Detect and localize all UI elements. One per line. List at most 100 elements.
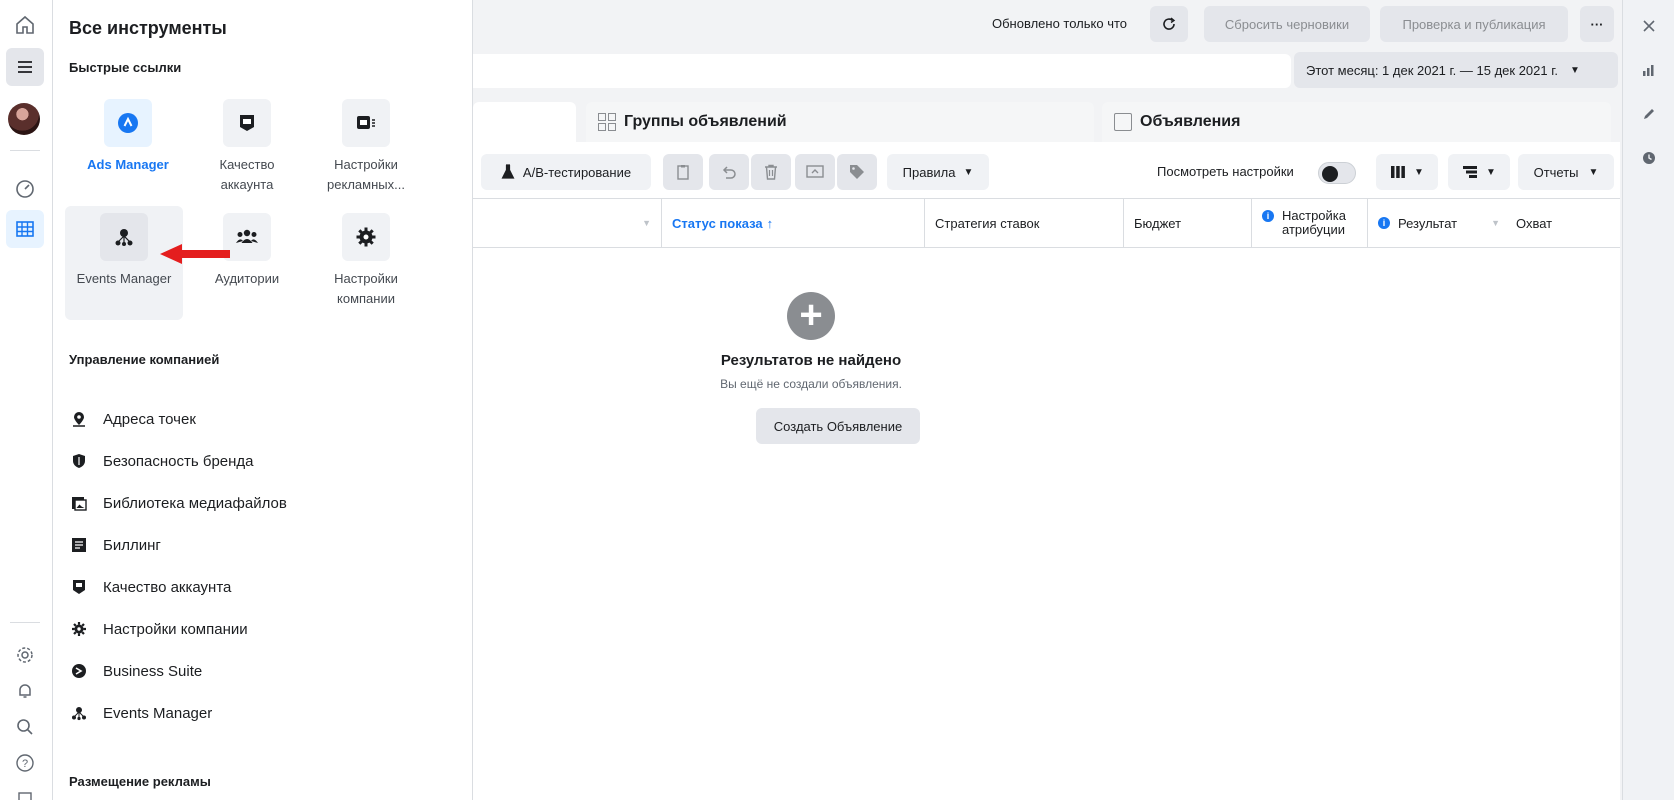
- sort-asc-icon: ↑: [766, 215, 774, 231]
- events-manager-icon: [100, 213, 148, 261]
- columns-icon: [1391, 166, 1405, 178]
- duplicate-button[interactable]: [663, 154, 703, 190]
- manage-item-account-quality[interactable]: Качество аккаунта: [69, 573, 231, 601]
- manage-item-company-settings[interactable]: Настройки компании: [69, 615, 248, 643]
- chevron-down-icon: ▼: [1588, 166, 1599, 178]
- left-nav-rail: ?: [0, 0, 53, 800]
- manage-item-business-suite[interactable]: Business Suite: [69, 657, 202, 685]
- quick-link-account-quality[interactable]: Качество аккаунта: [188, 92, 306, 206]
- reports-dropdown[interactable]: Отчеты ▼: [1518, 154, 1614, 190]
- reset-drafts-button[interactable]: Сбросить черновики: [1204, 6, 1370, 42]
- bell-icon[interactable]: [6, 672, 44, 710]
- more-options-button[interactable]: ···: [1580, 6, 1614, 42]
- location-icon: [69, 409, 89, 429]
- column-label: Стратегия ставок: [935, 215, 1040, 231]
- manage-item-label: Events Manager: [103, 704, 213, 722]
- manage-item-media-library[interactable]: Библиотека медиафайлов: [69, 489, 287, 517]
- report-icon[interactable]: [6, 780, 44, 800]
- home-icon[interactable]: [6, 6, 44, 44]
- ads-table-icon[interactable]: [6, 210, 44, 248]
- account-quality-icon: [223, 99, 271, 147]
- reports-label: Отчеты: [1533, 164, 1579, 180]
- create-ad-button[interactable]: Создать Объявление: [756, 408, 920, 444]
- columns-dropdown[interactable]: ▼: [1376, 154, 1438, 190]
- empty-state-title: Результатов не найдено: [720, 352, 902, 369]
- quick-link-label: Ads Manager: [87, 157, 169, 172]
- undo-button[interactable]: [709, 154, 749, 190]
- manage-item-brand-safety[interactable]: Безопасность бренда: [69, 447, 254, 475]
- edit-icon[interactable]: [1639, 104, 1659, 124]
- info-icon[interactable]: i: [1378, 217, 1390, 229]
- ad-settings-icon: [342, 99, 390, 147]
- manage-item-billing[interactable]: Биллинг: [69, 531, 161, 559]
- search-filter-bar[interactable]: [473, 54, 1291, 88]
- column-label: Результат: [1398, 215, 1458, 231]
- clipboard-icon: [677, 165, 689, 180]
- shield-icon: [69, 451, 89, 471]
- rules-dropdown[interactable]: Правила ▼: [887, 154, 989, 190]
- ab-test-button[interactable]: A/B-тестирование: [481, 154, 651, 190]
- column-reach[interactable]: Охват: [1506, 199, 1620, 247]
- menu-icon[interactable]: [6, 48, 44, 86]
- name-column-sort[interactable]: ▼: [473, 199, 662, 247]
- column-label: Статус показа: [672, 215, 763, 231]
- updated-status: Обновлено только что: [992, 16, 1128, 31]
- avatar[interactable]: [8, 103, 40, 135]
- column-budget[interactable]: Бюджет: [1124, 199, 1252, 247]
- trash-icon: [765, 164, 777, 180]
- quick-link-ad-settings[interactable]: Настройки рекламных...: [307, 92, 425, 206]
- column-label: Бюджет: [1134, 215, 1182, 231]
- tab-ads[interactable]: Объявления: [1102, 102, 1611, 142]
- search-icon[interactable]: [6, 708, 44, 746]
- manage-item-label: Качество аккаунта: [103, 578, 232, 596]
- quick-links-heading: Быстрые ссылки: [69, 60, 182, 75]
- chart-icon[interactable]: [1639, 60, 1659, 80]
- rail-divider: [10, 150, 40, 151]
- close-icon[interactable]: [1639, 16, 1659, 36]
- gear-icon: [69, 619, 89, 639]
- export-button[interactable]: [795, 154, 835, 190]
- manage-item-label: Безопасность бренда: [103, 452, 254, 470]
- breakdown-dropdown[interactable]: ▼: [1448, 154, 1510, 190]
- manage-item-locations[interactable]: Адреса точек: [69, 405, 196, 433]
- tag-button[interactable]: [837, 154, 877, 190]
- flask-icon: [501, 164, 515, 179]
- export-icon: [806, 165, 824, 178]
- quick-link-ads-manager[interactable]: Ads Manager: [69, 92, 187, 206]
- history-icon[interactable]: [1639, 148, 1659, 168]
- column-attribution[interactable]: i Настройка атрибуции: [1252, 199, 1368, 247]
- gauge-icon[interactable]: [6, 170, 44, 208]
- help-icon[interactable]: ?: [6, 744, 44, 782]
- settings-icon[interactable]: [6, 636, 44, 674]
- tab-ad-sets[interactable]: Группы объявлений: [586, 102, 1094, 142]
- toggle-knob: [1322, 166, 1338, 182]
- rail-divider: [10, 622, 40, 623]
- date-range-picker[interactable]: Этот месяц: 1 дек 2021 г. — 15 дек 2021 …: [1294, 52, 1618, 88]
- ad-sets-icon: [598, 113, 616, 131]
- column-delivery-status[interactable]: Статус показа ↑: [662, 199, 925, 247]
- tab-campaigns[interactable]: [473, 102, 576, 142]
- quick-link-label: Настройки компании: [334, 271, 398, 306]
- chevron-down-icon[interactable]: ▼: [1491, 218, 1500, 228]
- table-header: ▼ Статус показа ↑ Стратегия ставок Бюдже…: [473, 198, 1620, 248]
- column-bid-strategy[interactable]: Стратегия ставок: [925, 199, 1124, 247]
- manage-item-events-manager[interactable]: Events Manager: [69, 699, 212, 727]
- info-icon[interactable]: i: [1262, 210, 1274, 222]
- right-side-rail: [1622, 0, 1674, 800]
- manage-heading: Управление компанией: [69, 352, 220, 367]
- chevron-down-icon: ▼: [1414, 166, 1424, 178]
- view-settings-toggle[interactable]: [1318, 162, 1356, 184]
- chevron-down-icon: ▼: [963, 166, 974, 178]
- date-range-label: Этот месяц: 1 дек 2021 г. — 15 дек 2021 …: [1306, 62, 1559, 78]
- media-library-icon: [69, 493, 89, 513]
- delete-button[interactable]: [751, 154, 791, 190]
- refresh-button[interactable]: [1150, 6, 1188, 42]
- business-suite-icon: [69, 661, 89, 681]
- manage-item-label: Business Suite: [103, 662, 203, 680]
- review-publish-button[interactable]: Проверка и публикация: [1380, 6, 1568, 42]
- svg-text:?: ?: [22, 758, 28, 770]
- column-results[interactable]: i Результат ▼: [1368, 199, 1506, 247]
- quick-link-company-settings[interactable]: Настройки компании: [307, 206, 425, 320]
- ads-icon: [1114, 113, 1132, 131]
- annotation-arrow: [160, 244, 230, 264]
